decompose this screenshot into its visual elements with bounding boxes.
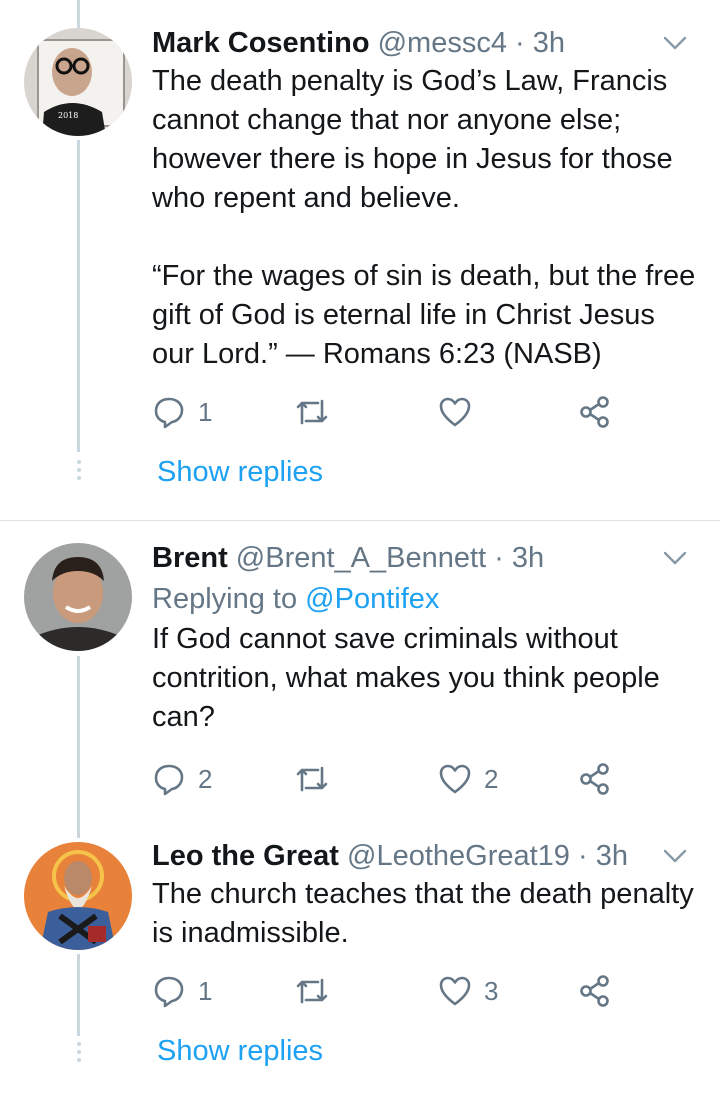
tweet-brent[interactable]: Brent @Brent_A_Bennett · 3h Replying to …	[0, 521, 720, 821]
reply-icon	[154, 397, 184, 429]
tweet-header: Mark Cosentino @messc4 · 3h	[152, 24, 700, 62]
like-button[interactable]	[438, 392, 484, 432]
chevron-down-icon[interactable]	[660, 841, 690, 871]
handle-time[interactable]: @Brent_A_Bennett · 3h	[236, 542, 544, 574]
tweet-text: If God cannot save criminals without con…	[152, 623, 668, 733]
reply-icon	[154, 976, 184, 1008]
share-button[interactable]	[578, 759, 612, 799]
tweet-actions: 2 2	[152, 759, 622, 799]
reply-button[interactable]: 1	[152, 392, 212, 432]
share-icon	[580, 763, 609, 795]
avatar[interactable]: 2018	[24, 28, 132, 136]
chevron-down-icon[interactable]	[660, 543, 690, 573]
tweet-header: Brent @Brent_A_Bennett · 3h	[152, 539, 700, 577]
reply-button[interactable]: 2	[152, 759, 212, 799]
tweet-actions: 1	[152, 392, 622, 432]
replying-prefix: Replying to	[152, 583, 306, 615]
tweet-leo-the-great[interactable]: Leo the Great @LeotheGreat19 · 3h The ch…	[0, 821, 720, 1094]
reply-count: 2	[198, 763, 213, 794]
tweet-mark-cosentino[interactable]: 2018 Mark Cosentino @messc4 · 3h The dea…	[0, 0, 720, 520]
display-name[interactable]: Brent	[152, 542, 228, 574]
reply-count: 1	[198, 975, 213, 1006]
chevron-down-icon[interactable]	[660, 28, 690, 58]
share-icon	[580, 975, 609, 1007]
like-count: 2	[484, 763, 499, 794]
share-button[interactable]	[578, 971, 612, 1011]
handle-time[interactable]: @messc4 · 3h	[378, 27, 565, 59]
like-button[interactable]: 3	[438, 971, 498, 1011]
retweet-icon	[296, 766, 328, 792]
show-replies-link[interactable]: Show replies	[157, 1035, 323, 1068]
retweet-button[interactable]	[294, 971, 342, 1011]
heart-icon	[439, 976, 471, 1006]
reply-count: 1	[198, 396, 213, 427]
tweet-actions: 1 3	[152, 971, 622, 1011]
retweet-button[interactable]	[294, 759, 342, 799]
retweet-icon	[296, 399, 328, 425]
tweet-text: The church teaches that the death penalt…	[152, 878, 702, 949]
like-count: 3	[484, 975, 499, 1006]
heart-icon	[439, 397, 471, 427]
like-button[interactable]: 2	[438, 759, 498, 799]
replying-to: Replying to @Pontifex	[152, 580, 700, 618]
retweet-button[interactable]	[294, 392, 342, 432]
handle-time[interactable]: @LeotheGreat19 · 3h	[347, 840, 628, 872]
avatar[interactable]	[24, 842, 132, 950]
replying-mention[interactable]: @Pontifex	[305, 583, 439, 615]
svg-text:2018: 2018	[58, 111, 78, 120]
retweet-icon	[296, 978, 328, 1004]
show-replies-link[interactable]: Show replies	[157, 456, 323, 489]
heart-icon	[439, 764, 471, 794]
reply-button[interactable]: 1	[152, 971, 212, 1011]
tweet-header: Leo the Great @LeotheGreat19 · 3h	[152, 837, 700, 875]
display-name[interactable]: Mark Cosentino	[152, 27, 370, 59]
avatar[interactable]	[24, 543, 132, 651]
reply-icon	[154, 764, 184, 796]
share-icon	[580, 396, 609, 428]
display-name[interactable]: Leo the Great	[152, 840, 339, 872]
tweet-text: The death penalty is God’s Law, Francis …	[152, 65, 696, 370]
share-button[interactable]	[578, 392, 612, 432]
